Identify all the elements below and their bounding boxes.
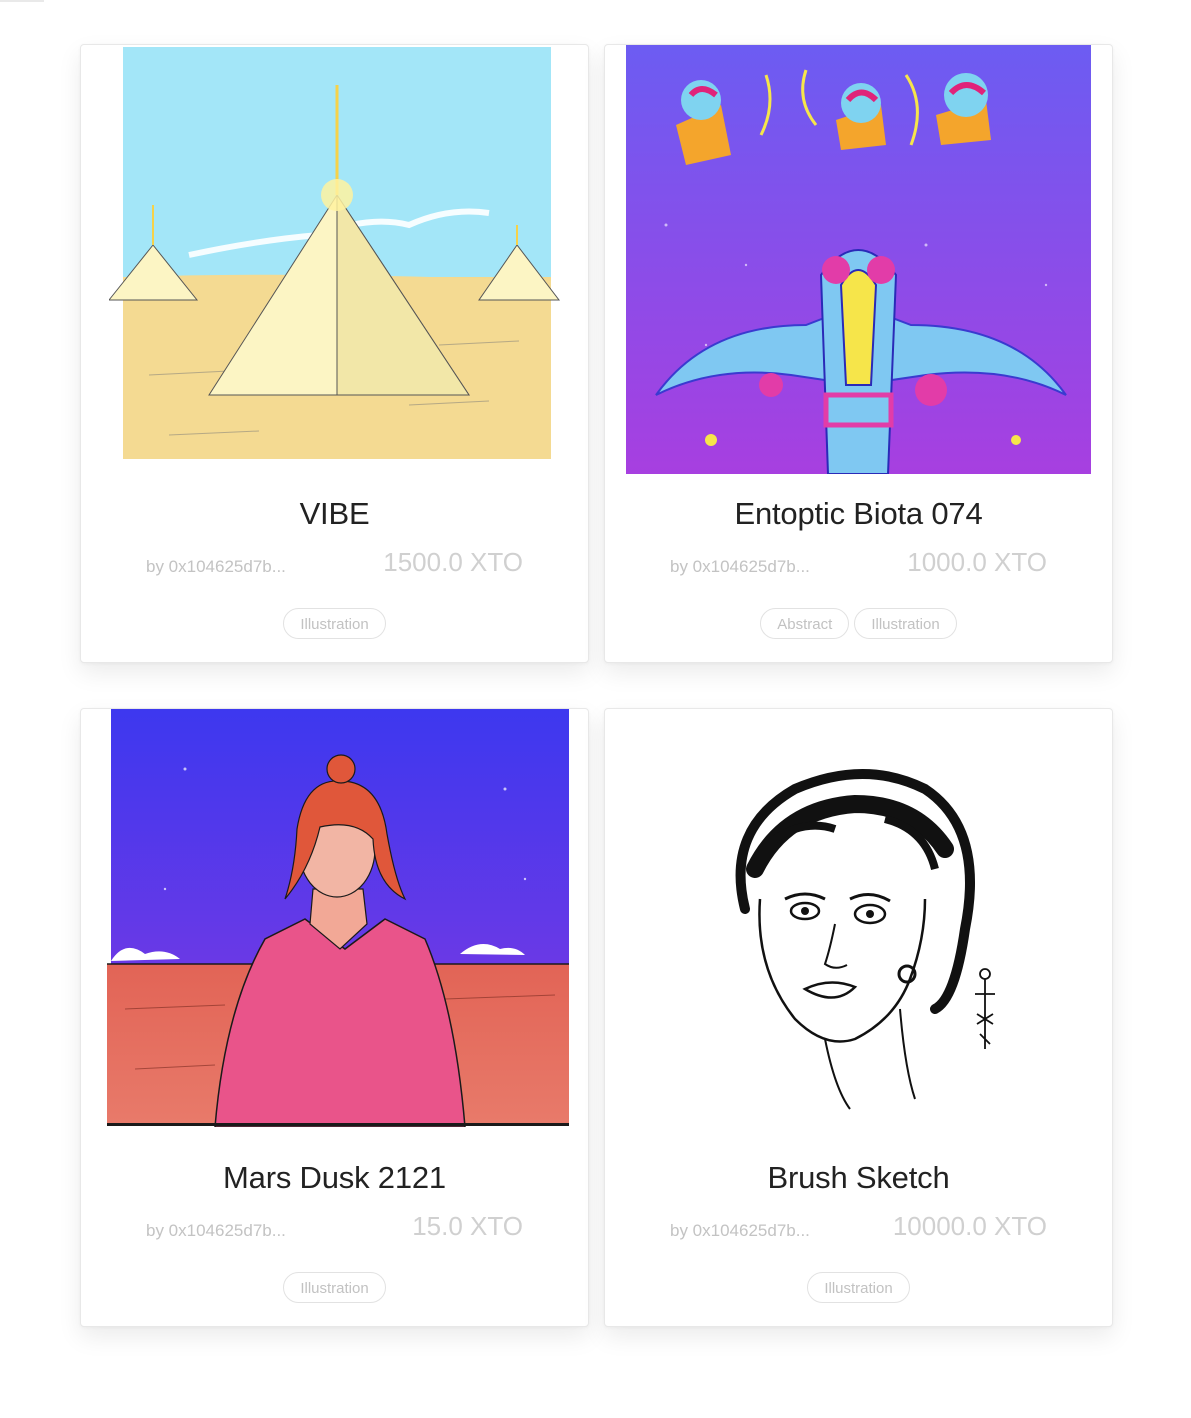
- artwork-author[interactable]: by 0x104625d7b...: [146, 1221, 286, 1241]
- top-left-divider: [0, 0, 44, 2]
- artwork-title[interactable]: Mars Dusk 2121: [81, 1160, 588, 1196]
- tag-list: Illustration: [605, 1272, 1112, 1303]
- tag-badge[interactable]: Illustration: [283, 608, 386, 639]
- tag-badge[interactable]: Illustration: [283, 1272, 386, 1303]
- nft-card[interactable]: Mars Dusk 2121 by 0x104625d7b... 15.0 XT…: [80, 708, 589, 1327]
- tag-badge[interactable]: Illustration: [807, 1272, 910, 1303]
- tag-list: Illustration: [81, 1272, 588, 1303]
- nft-card[interactable]: Brush Sketch by 0x104625d7b... 10000.0 X…: [604, 708, 1113, 1327]
- nft-card-grid: VIBE by 0x104625d7b... 1500.0 XTO Illust…: [80, 44, 1113, 1327]
- ink-portrait-sketch-artwork[interactable]: [685, 749, 1045, 1119]
- artwork-title[interactable]: Entoptic Biota 074: [605, 496, 1112, 532]
- tag-list: Abstract Illustration: [605, 608, 1112, 639]
- woman-mars-desert-artwork[interactable]: [105, 709, 571, 1127]
- tag-badge[interactable]: Illustration: [854, 608, 957, 639]
- artwork-price: 15.0 XTO: [412, 1211, 523, 1241]
- artwork-author[interactable]: by 0x104625d7b...: [146, 557, 286, 577]
- nft-card[interactable]: Entoptic Biota 074 by 0x104625d7b... 100…: [604, 44, 1113, 663]
- nft-card[interactable]: VIBE by 0x104625d7b... 1500.0 XTO Illust…: [80, 44, 589, 663]
- artwork-price: 1000.0 XTO: [907, 547, 1047, 577]
- desert-pyramids-artwork[interactable]: [109, 45, 561, 461]
- artwork-title[interactable]: VIBE: [81, 496, 588, 532]
- artwork-price: 1500.0 XTO: [383, 547, 523, 577]
- artwork-title[interactable]: Brush Sketch: [605, 1160, 1112, 1196]
- tag-badge[interactable]: Abstract: [760, 608, 850, 639]
- artwork-author[interactable]: by 0x104625d7b...: [670, 1221, 810, 1241]
- artwork-price: 10000.0 XTO: [892, 1211, 1047, 1241]
- artwork-author[interactable]: by 0x104625d7b...: [670, 557, 810, 577]
- psychedelic-creature-artwork[interactable]: [626, 45, 1091, 474]
- tag-list: Illustration: [81, 608, 588, 639]
